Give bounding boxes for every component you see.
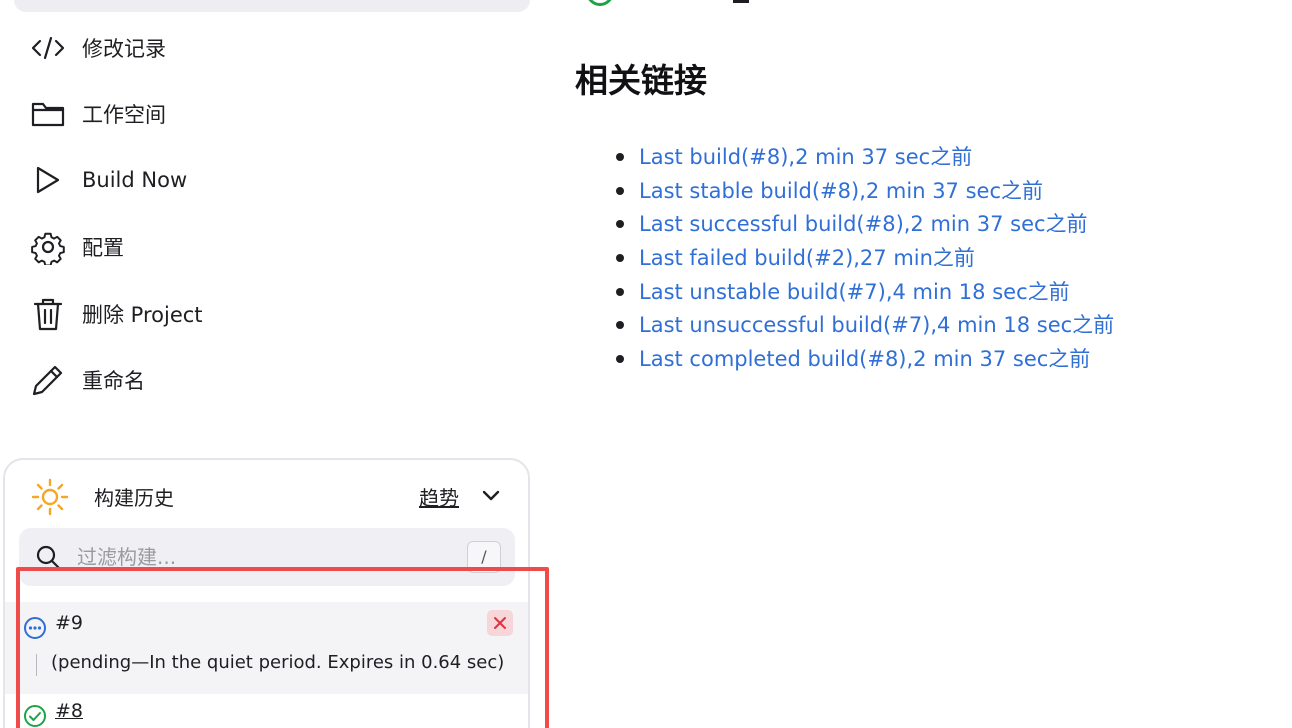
sidebar-item-delete-project[interactable]: 删除 Project — [30, 294, 510, 334]
sidebar-item-label: 工作空间 — [82, 103, 166, 127]
project-status-icon — [586, 0, 614, 6]
build-history-panel: 构建历史 趋势 / #9 — [3, 458, 530, 728]
permalink-link[interactable]: Last unsuccessful build(#7),4 min 18 sec… — [639, 313, 1114, 337]
list-item: Last completed build(#8),2 min 37 sec之前 — [616, 343, 1114, 377]
sidebar-top-item[interactable] — [14, 0, 530, 12]
permalink-link[interactable]: Last build(#8),2 min 37 sec之前 — [639, 145, 972, 169]
pending-icon — [23, 616, 47, 640]
build-number-link[interactable]: #8 — [55, 700, 83, 722]
permalink-link[interactable]: Last failed build(#2),27 min之前 — [639, 246, 975, 270]
sidebar-item-rename[interactable]: 重命名 — [30, 360, 510, 400]
build-number-link[interactable]: #9 — [55, 612, 83, 634]
sidebar-item-label: 配置 — [82, 236, 124, 260]
title-fragment — [733, 0, 749, 3]
permalink-list: Last build(#8),2 min 37 sec之前 Last stabl… — [616, 141, 1114, 377]
build-filter: / — [19, 528, 515, 586]
sidebar-item-label: 删除 Project — [82, 303, 203, 327]
list-item: Last unsuccessful build(#7),4 min 18 sec… — [616, 309, 1114, 343]
play-icon — [30, 161, 68, 199]
build-filter-input[interactable] — [77, 541, 447, 573]
permalink-link[interactable]: Last completed build(#8),2 min 37 sec之前 — [639, 347, 1090, 371]
build-history-header: 构建历史 趋势 — [5, 460, 528, 530]
code-icon — [30, 29, 68, 67]
sun-icon — [31, 478, 69, 516]
list-item: Last build(#8),2 min 37 sec之前 — [616, 141, 1114, 175]
gear-icon — [30, 228, 68, 266]
chevron-down-icon[interactable] — [479, 483, 503, 507]
list-item: Last stable build(#8),2 min 37 sec之前 — [616, 175, 1114, 209]
sidebar-item-label: 重命名 — [82, 369, 145, 393]
search-icon — [35, 544, 61, 570]
sidebar-item-configure[interactable]: 配置 — [30, 227, 510, 267]
permalink-link[interactable]: Last successful build(#8),2 min 37 sec之前 — [639, 212, 1088, 236]
page: 修改记录 工作空间 Build Now 配置 删除 Project 重命名 构建… — [0, 0, 1292, 728]
cancel-build-button[interactable] — [487, 610, 513, 636]
sidebar-item-build-now[interactable]: Build Now — [30, 160, 510, 200]
pending-description: (pending—In the quiet period. Expires in… — [51, 652, 505, 673]
close-icon — [494, 617, 506, 629]
section-title: 相关链接 — [575, 61, 707, 100]
pencil-icon — [30, 361, 68, 399]
sidebar-item-label: Build Now — [82, 168, 188, 192]
sidebar-item-workspace[interactable]: 工作空间 — [30, 94, 510, 134]
folder-icon — [30, 95, 68, 133]
success-check-icon — [23, 704, 47, 728]
build-history-title: 构建历史 — [94, 486, 174, 510]
sidebar-item-changes[interactable]: 修改记录 — [30, 28, 510, 68]
list-item: Last successful build(#8),2 min 37 sec之前 — [616, 208, 1114, 242]
permalink-link[interactable]: Last unstable build(#7),4 min 18 sec之前 — [639, 280, 1070, 304]
trash-icon — [30, 295, 68, 333]
sidebar-item-label: 修改记录 — [82, 37, 166, 61]
list-item: Last failed build(#2),27 min之前 — [616, 242, 1114, 276]
keyboard-shortcut-hint: / — [467, 541, 501, 573]
list-item: Last unstable build(#7),4 min 18 sec之前 — [616, 276, 1114, 310]
permalink-link[interactable]: Last stable build(#8),2 min 37 sec之前 — [639, 179, 1043, 203]
trend-link[interactable]: 趋势 — [419, 482, 459, 511]
pending-divider — [36, 654, 37, 676]
build-row — [5, 602, 528, 694]
